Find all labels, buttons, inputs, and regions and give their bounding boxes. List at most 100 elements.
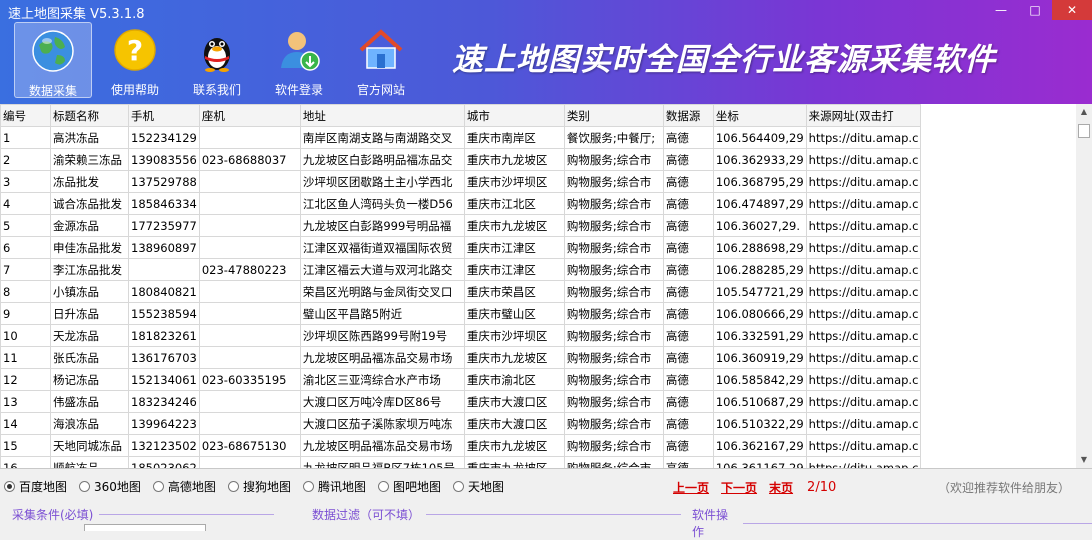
table-cell: 购物服务;综合市 [563,368,664,391]
table-cell: 重庆市大渡口区 [463,390,565,413]
table-row[interactable]: 15 天地同城冻品 132123502 023-68675130 九龙坡区明品福冻品交易… [0,434,922,457]
scroll-up-icon[interactable]: ▲ [1076,104,1092,120]
toolbar-login-button[interactable]: 软件登录 [260,22,338,98]
table-row[interactable]: 7 李江冻品批发 023-47880223 江津区福云大道与双河北路交 重庆市江津区 购物… [0,258,922,281]
slogan: 速上地图实时全国全行业客源采集软件 [452,42,996,78]
minimize-button[interactable]: — [984,0,1018,20]
table-cell [198,390,301,413]
next-page-link[interactable]: 下一页 [721,479,757,496]
map-source-radio[interactable]: 360地图 [79,478,141,495]
table-row[interactable]: 5 金源冻品 177235977 九龙坡区白彭路999号明品福 重庆市九龙坡区 购物服务;… [0,214,922,237]
radio-dot-icon[interactable] [79,481,91,492]
radio-dot-icon[interactable] [452,481,464,492]
table-cell: 冻品批发 [50,170,129,193]
table-cell: https://ditu.amap.c [805,280,922,303]
table-row[interactable]: 6 申佳冻品批发 138960897 江津区双福街道双福国际农贸 重庆市江津区 购物服务;… [0,236,922,259]
table-cell: 181823261 [128,324,200,347]
table-cell: https://ditu.amap.c [805,170,922,193]
table-cell: 申佳冻品批发 [50,236,129,259]
map-source-radio[interactable]: 图吧地图 [377,478,441,495]
toolbar-help-button[interactable]: ? 使用帮助 [96,22,174,98]
scroll-down-icon[interactable]: ▼ [1076,452,1092,468]
column-header[interactable]: 编号 [0,104,51,127]
help-icon: ? [114,29,156,71]
table-row[interactable]: 16 顺航冻品 185023062 九龙坡区明品福B区7栋105号 重庆市九龙坡区 购物服… [0,456,922,468]
column-header[interactable]: 地址 [299,104,465,127]
table-cell: 重庆市江津区 [463,236,565,259]
column-header[interactable]: 来源网址(双击打 [805,104,922,127]
table-row[interactable]: 13 伟盛冻品 183234246 大渡口区万吨冷库D区86号 重庆市大渡口区 购物服务;… [0,390,922,413]
table-cell: 023-68675130 [198,434,301,457]
radio-dot-icon[interactable] [377,481,389,492]
table-cell: 购物服务;综合市 [563,280,664,303]
table-cell: 高德 [662,236,714,259]
column-header[interactable]: 座机 [198,104,301,127]
column-header[interactable]: 数据源 [662,104,714,127]
table-cell: https://ditu.amap.c [805,412,922,435]
table-cell: 购物服务;综合市 [563,346,664,369]
condition-input[interactable] [84,524,206,531]
map-source-radio[interactable]: 天地图 [452,478,504,495]
table-cell: 106.288698,29 [712,236,807,259]
scroll-thumb[interactable] [1078,124,1090,138]
toolbar-label: 数据采集 [28,84,77,98]
table-cell: 重庆市南岸区 [463,126,565,149]
toolbar-contact-button[interactable]: 联系我们 [178,22,256,98]
table-cell: 高德 [662,390,714,413]
table-row[interactable]: 1 高洪冻品 152234129 南岸区南湖支路与南湖路交叉 重庆市南岸区 餐饮服务;中餐… [0,126,922,149]
table-cell: 106.361167,29 [712,456,807,468]
window-controls: — □ ✕ [984,0,1092,20]
table-row[interactable]: 9 日升冻品 155238594 璧山区平昌路5附近 重庆市璧山区 购物服务;综合市 高德 1… [0,302,922,325]
table-cell: 九龙坡区白彭路明品福冻品交 [299,148,465,171]
table-cell: 重庆市江北区 [463,192,565,215]
table-cell: 重庆市九龙坡区 [463,456,565,468]
table-row[interactable]: 10 天龙冻品 181823261 沙坪坝区陈西路99号附19号 重庆市沙坪坝区 购物服务… [0,324,922,347]
table-row[interactable]: 2 渝荣赖三冻品 139083556 023-68688037 九龙坡区白彭路明品福冻品… [0,148,922,171]
table-cell: 购物服务;综合市 [563,170,664,193]
toolbar-website-button[interactable]: 官方网站 [342,22,420,98]
toolbar-data-collect-button[interactable]: 数据采集 [14,22,92,98]
radio-dot-icon[interactable] [4,481,15,492]
column-header[interactable]: 坐标 [712,104,807,127]
table-cell: 江北区鱼人湾码头负一楼D56 [299,192,465,215]
table-cell: 155238594 [128,302,200,325]
column-header[interactable]: 标题名称 [50,104,129,127]
maximize-button[interactable]: □ [1018,0,1052,20]
map-source-radio[interactable]: 高德地图 [152,478,216,495]
radio-dot-icon[interactable] [227,481,239,492]
table-cell: 重庆市大渡口区 [463,412,565,435]
column-header[interactable]: 手机 [128,104,200,127]
table-row[interactable]: 3 冻品批发 137529788 沙坪坝区团歇路土主小学西北 重庆市沙坪坝区 购物服务;综… [0,170,922,193]
last-page-link[interactable]: 末页 [769,479,793,496]
column-header[interactable]: 类别 [563,104,664,127]
table-cell: 高德 [662,280,714,303]
table-cell: https://ditu.amap.c [805,368,922,391]
table-cell [198,236,301,259]
table-row[interactable]: 14 海浪冻品 139964223 大渡口区茄子溪陈家坝万吨冻 重庆市大渡口区 购物服务;… [0,412,922,435]
table-cell: 106.360919,29 [712,346,807,369]
table-cell: 九龙坡区白彭路999号明品福 [299,214,465,237]
results-grid[interactable]: 编号 标题名称 手机 座机 地址 城市 类别 数据源 坐标 来源网址(双击打 1 高洪冻品 15223… [0,104,1076,468]
table-cell: 10 [0,324,51,347]
map-source-radio[interactable]: 腾讯地图 [302,478,366,495]
table-cell: 重庆市九龙坡区 [463,346,565,369]
table-cell: 106.332591,29 [712,324,807,347]
map-source-radio[interactable]: 百度地图 [4,478,67,495]
table-cell: https://ditu.amap.c [805,258,922,281]
table-cell: 106.474897,29 [712,192,807,215]
close-button[interactable]: ✕ [1052,0,1092,20]
map-source-radio[interactable]: 搜狗地图 [227,478,291,495]
home-icon [359,29,403,69]
radio-dot-icon[interactable] [152,481,164,492]
radio-dot-icon[interactable] [302,481,314,492]
table-cell: 伟盛冻品 [50,390,129,413]
table-row[interactable]: 4 诚合冻品批发 185846334 江北区鱼人湾码头负一楼D56 重庆市江北区 购物服务… [0,192,922,215]
column-header[interactable]: 城市 [463,104,565,127]
table-row[interactable]: 8 小镇冻品 180840821 荣昌区光明路与金凤街交叉口 重庆市荣昌区 购物服务;综合… [0,280,922,303]
grid-vertical-scrollbar[interactable]: ▲ ▼ [1076,104,1092,468]
table-cell: 6 [0,236,51,259]
prev-page-link[interactable]: 上一页 [673,479,709,496]
table-row[interactable]: 12 杨记冻品 152134061 023-60335195 渝北区三亚湾综合水产市场重… [0,368,922,391]
globe-icon [32,30,74,72]
table-row[interactable]: 11 张氏冻品 136176703 九龙坡区明品福冻品交易市场 重庆市九龙坡区 购物服务;… [0,346,922,369]
